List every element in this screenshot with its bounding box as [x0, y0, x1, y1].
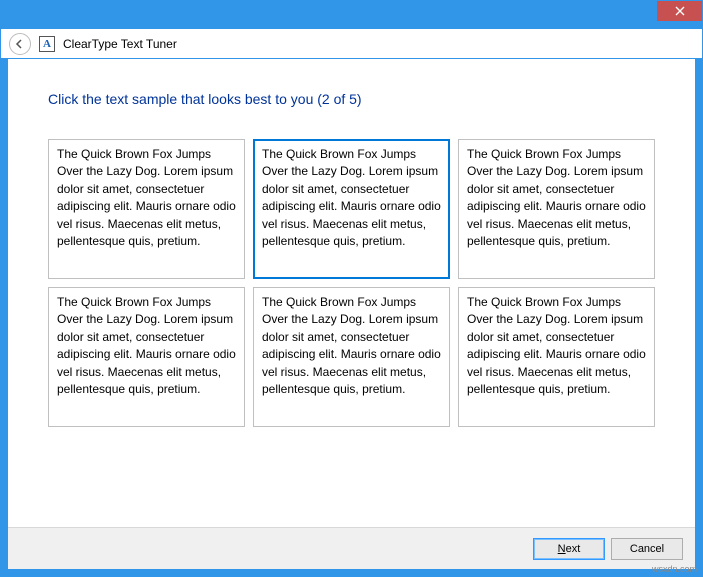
text-sample-5[interactable]: The Quick Brown Fox Jumps Over the Lazy … [253, 287, 450, 427]
cleartype-window: A ClearType Text Tuner Click the text sa… [0, 0, 703, 577]
text-sample-4[interactable]: The Quick Brown Fox Jumps Over the Lazy … [48, 287, 245, 427]
app-icon: A [39, 36, 55, 52]
back-arrow-icon [14, 38, 26, 50]
text-sample-2[interactable]: The Quick Brown Fox Jumps Over the Lazy … [253, 139, 450, 279]
close-icon [675, 6, 685, 16]
window-title: ClearType Text Tuner [63, 37, 177, 51]
next-button[interactable]: Next [533, 538, 605, 560]
header-row: A ClearType Text Tuner [1, 29, 702, 59]
titlebar [1, 1, 702, 29]
text-sample-1[interactable]: The Quick Brown Fox Jumps Over the Lazy … [48, 139, 245, 279]
samples-grid: The Quick Brown Fox Jumps Over the Lazy … [8, 107, 695, 427]
text-sample-6[interactable]: The Quick Brown Fox Jumps Over the Lazy … [458, 287, 655, 427]
text-sample-3[interactable]: The Quick Brown Fox Jumps Over the Lazy … [458, 139, 655, 279]
footer-bar: Next Cancel [8, 527, 695, 569]
close-button[interactable] [657, 1, 702, 21]
instruction-text: Click the text sample that looks best to… [8, 59, 695, 107]
cancel-button[interactable]: Cancel [611, 538, 683, 560]
content-area: Click the text sample that looks best to… [8, 59, 695, 569]
back-button[interactable] [9, 33, 31, 55]
